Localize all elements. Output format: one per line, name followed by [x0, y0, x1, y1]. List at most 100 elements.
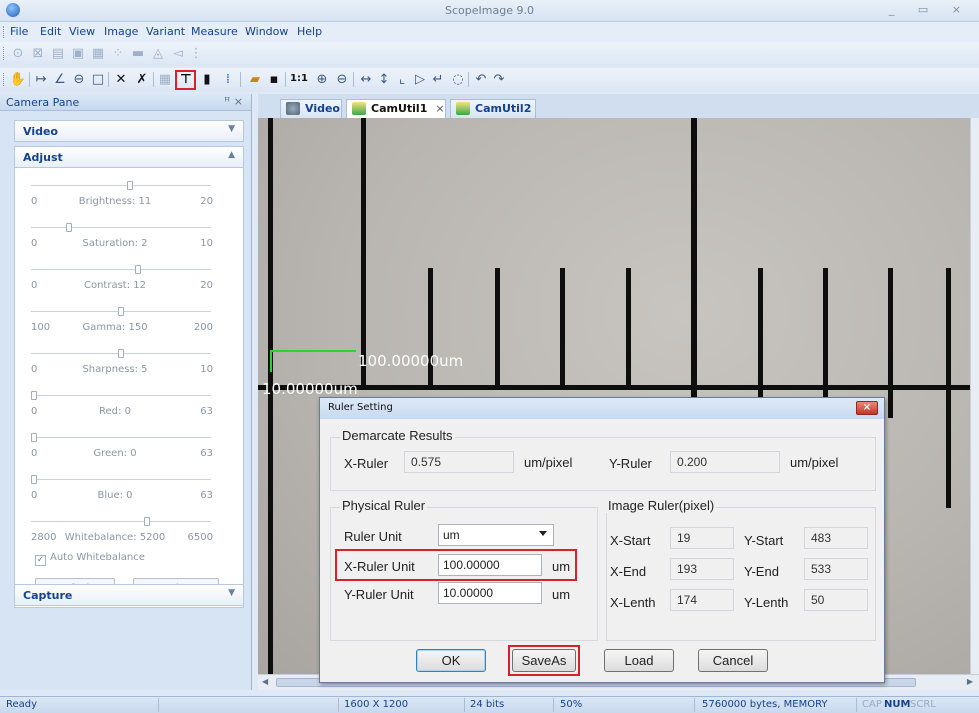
- open-folder-icon[interactable]: ▰: [247, 71, 263, 87]
- adjust-slider[interactable]: [31, 307, 211, 316]
- scroll-left-icon[interactable]: ◀: [262, 677, 268, 686]
- slider-thumb[interactable]: [31, 391, 37, 400]
- record-icon[interactable]: ▤: [50, 45, 66, 61]
- menu-grip[interactable]: [3, 26, 6, 38]
- slider-thumb[interactable]: [118, 349, 124, 358]
- dots-icon[interactable]: ⁘: [110, 45, 126, 61]
- slider-thumb[interactable]: [127, 181, 133, 190]
- fit-height-icon[interactable]: ↕: [376, 71, 392, 87]
- close-icon[interactable]: ×: [856, 401, 878, 415]
- line-measure-icon[interactable]: ↦: [33, 71, 49, 87]
- cancel-button[interactable]: Cancel: [698, 649, 768, 672]
- ruler-tick: [946, 268, 951, 508]
- more-icon[interactable]: ⋮: [188, 45, 204, 61]
- x-ruler-label: X-Ruler: [344, 456, 389, 471]
- actual-size-icon[interactable]: 1:1: [290, 71, 308, 87]
- angle-icon[interactable]: ∠: [52, 71, 68, 87]
- saveas-highlight: [508, 645, 580, 676]
- save-icon[interactable]: ▪: [266, 71, 282, 87]
- grid-icon[interactable]: ▦: [90, 45, 106, 61]
- scale-bar-icon[interactable]: ▮: [199, 71, 215, 87]
- snap-icon[interactable]: ⊠: [30, 45, 46, 61]
- circle-icon[interactable]: ⊖: [71, 71, 87, 87]
- adjust-slider[interactable]: [31, 517, 211, 526]
- rectangle-icon[interactable]: □: [90, 71, 106, 87]
- zoom-out-icon[interactable]: ⊖: [334, 71, 350, 87]
- slider-min: 0: [31, 238, 38, 249]
- flip-icon[interactable]: ▷: [412, 71, 428, 87]
- slider-max: 63: [200, 406, 213, 417]
- adjust-slider[interactable]: [31, 265, 211, 274]
- tab-camutil2[interactable]: CamUtil2: [450, 99, 536, 118]
- tab-video[interactable]: Video: [280, 99, 342, 118]
- undo-icon[interactable]: ↶: [473, 71, 489, 87]
- auto-whitebalance-checkbox[interactable]: ✓ Auto Whitebalance: [35, 552, 145, 566]
- table-icon[interactable]: ▦: [157, 71, 173, 87]
- close-tab-icon[interactable]: ×: [435, 102, 444, 115]
- ruler-unit-select[interactable]: um: [438, 524, 554, 546]
- y-ruler-unit-input[interactable]: 10.00000: [438, 582, 542, 604]
- adjust-slider[interactable]: [31, 181, 211, 190]
- x-start-value: 19: [670, 527, 734, 549]
- camera-pane-title: Camera Pane ꟸ ×: [0, 94, 251, 111]
- x-end-value: 193: [670, 558, 734, 580]
- menu-variant[interactable]: Variant: [146, 25, 185, 38]
- x-length-label: X-Lenth: [610, 595, 656, 610]
- redo-icon[interactable]: ↷: [491, 71, 507, 87]
- camera-icon[interactable]: ▣: [70, 45, 86, 61]
- ruler-setting-highlight: [175, 70, 196, 90]
- pin-close-icon[interactable]: ꟸ ×: [224, 95, 243, 108]
- y-ruler-marker: [270, 350, 272, 372]
- window-controls[interactable]: _ ▭ ×: [889, 3, 971, 16]
- delete-all-icon[interactable]: ✗: [134, 71, 150, 87]
- zoom-in-icon[interactable]: ⊕: [314, 71, 330, 87]
- slider-thumb[interactable]: [66, 223, 72, 232]
- menu-file[interactable]: File: [10, 25, 28, 38]
- crop-icon[interactable]: ⌞: [394, 71, 410, 87]
- toolbar-grip[interactable]: [3, 47, 6, 60]
- toolbar-capture: ⊙ ⊠ ▤ ▣ ▦ ⁘ ▬ ◬ ◅ ⋮: [0, 42, 979, 66]
- play-icon[interactable]: ⊙: [10, 45, 26, 61]
- slider-thumb[interactable]: [31, 475, 37, 484]
- adjust-slider[interactable]: [31, 223, 211, 232]
- load-button[interactable]: Load: [604, 649, 674, 672]
- adjust-slider[interactable]: [31, 391, 211, 400]
- menu-image[interactable]: Image: [104, 25, 138, 38]
- menu-view[interactable]: View: [69, 25, 95, 38]
- adjust-slider[interactable]: [31, 433, 211, 442]
- group-capture[interactable]: Capture ▼: [14, 584, 244, 606]
- hand-pan-icon[interactable]: ✋: [10, 71, 26, 87]
- ok-button[interactable]: OK: [416, 649, 486, 672]
- menu-edit[interactable]: Edit: [40, 25, 61, 38]
- adjust-slider[interactable]: [31, 349, 211, 358]
- menu-measure[interactable]: Measure: [191, 25, 238, 38]
- tab-camutil1[interactable]: CamUtil1 ×: [346, 99, 446, 118]
- rotate-icon[interactable]: ◌: [450, 71, 466, 87]
- adjust-slider[interactable]: [31, 475, 211, 484]
- units-icon[interactable]: ⁞: [220, 71, 236, 87]
- ruler-tick: [428, 268, 433, 390]
- adjust-header[interactable]: Adjust ▲: [14, 146, 244, 168]
- arrow-left-icon[interactable]: ◅: [170, 45, 186, 61]
- toolbar-grip[interactable]: [3, 73, 6, 86]
- monitor-icon[interactable]: ▬: [130, 45, 146, 61]
- y-start-value: 483: [804, 527, 868, 549]
- camera-pane: Camera Pane ꟸ × Video ▼ Adjust ▲ ✓ Auto Whi…: [0, 94, 252, 690]
- slider-thumb[interactable]: [31, 433, 37, 442]
- chevron-down-icon: ▼: [228, 124, 235, 134]
- scroll-right-icon[interactable]: ▶: [967, 677, 973, 686]
- fit-width-icon[interactable]: ↔: [358, 71, 374, 87]
- slider-thumb[interactable]: [144, 517, 150, 526]
- vertical-scrollbar[interactable]: [970, 118, 979, 674]
- slider-thumb[interactable]: [135, 265, 141, 274]
- slider-min: 100: [31, 322, 51, 333]
- chart-icon[interactable]: ◬: [150, 45, 166, 61]
- return-icon[interactable]: ↵: [430, 71, 446, 87]
- y-ruler-unit-suffix: um: [552, 587, 571, 602]
- slider-thumb[interactable]: [118, 307, 124, 316]
- status-memory: 5760000 bytes, MEMORY: [702, 699, 828, 710]
- menu-help[interactable]: Help: [297, 25, 322, 38]
- delete-icon[interactable]: ✕: [113, 71, 129, 87]
- group-video[interactable]: Video ▼: [14, 120, 244, 142]
- menu-window[interactable]: Window: [245, 25, 288, 38]
